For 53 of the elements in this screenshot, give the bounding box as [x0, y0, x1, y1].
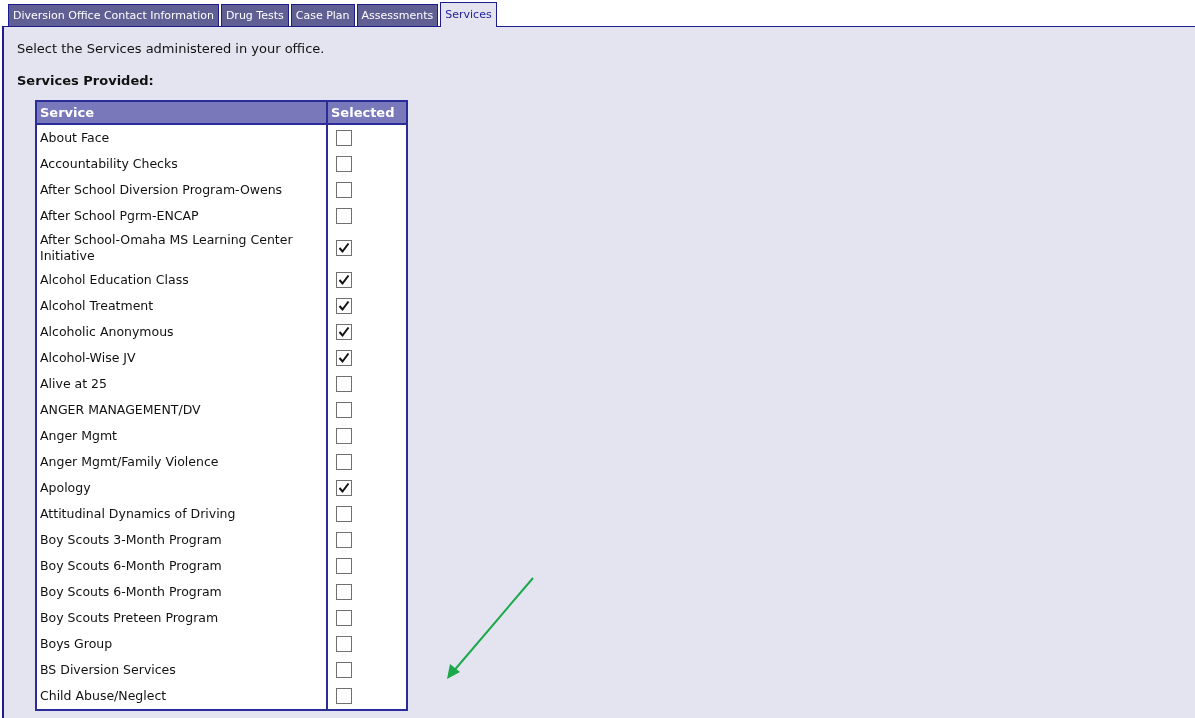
checkbox[interactable]: [336, 558, 352, 574]
checkbox[interactable]: [336, 182, 352, 198]
service-name: Alcoholic Anonymous: [36, 319, 327, 345]
checkbox[interactable]: [336, 480, 352, 496]
service-name: After School Diversion Program-Owens: [36, 177, 327, 203]
service-name: Anger Mgmt: [36, 423, 327, 449]
checkbox[interactable]: [336, 662, 352, 678]
section-title: Services Provided:: [17, 73, 155, 88]
checkbox[interactable]: [336, 402, 352, 418]
service-name: After School Pgrm-ENCAP: [36, 203, 327, 229]
checkbox[interactable]: [336, 208, 352, 224]
checkbox[interactable]: [336, 532, 352, 548]
checkbox[interactable]: [336, 376, 352, 392]
checkbox[interactable]: [336, 688, 352, 704]
service-name: Apology: [36, 475, 327, 501]
checkbox[interactable]: [336, 584, 352, 600]
tab[interactable]: Services: [440, 2, 497, 27]
column-header: Selected: [327, 101, 407, 124]
tab[interactable]: Case Plan: [290, 4, 355, 26]
service-name: Attitudinal Dynamics of Driving: [36, 501, 327, 527]
service-name: Child Abuse/Neglect: [36, 683, 327, 710]
service-name: ANGER MANAGEMENT/DV: [36, 397, 327, 423]
checkbox[interactable]: [336, 610, 352, 626]
service-name: Boys Group: [36, 631, 327, 657]
checkbox[interactable]: [336, 130, 352, 146]
service-name: Accountability Checks: [36, 151, 327, 177]
tab[interactable]: Assessments: [356, 4, 439, 26]
service-name: After School-Omaha MS Learning Center Initiative: [36, 229, 327, 267]
service-name: Boy Scouts 6-Month Program: [36, 553, 327, 579]
service-name: About Face: [36, 124, 327, 151]
service-name: Boy Scouts 6-Month Program: [36, 579, 327, 605]
service-name: Alive at 25: [36, 371, 327, 397]
checkbox[interactable]: [336, 428, 352, 444]
checkbox[interactable]: [336, 636, 352, 652]
checkbox[interactable]: [336, 272, 352, 288]
service-name: BS Diversion Services: [36, 657, 327, 683]
checkbox[interactable]: [336, 156, 352, 172]
tab[interactable]: Diversion Office Contact Information: [8, 4, 219, 26]
intro-text: Select the Services administered in your office.: [17, 41, 326, 56]
service-name: Boy Scouts 3-Month Program: [36, 527, 327, 553]
checkbox[interactable]: [336, 454, 352, 470]
checkbox[interactable]: [336, 506, 352, 522]
service-name: Alcohol-Wise JV: [36, 345, 327, 371]
checkbox[interactable]: [336, 350, 352, 366]
tab[interactable]: Drug Tests: [220, 4, 289, 26]
service-name: Boy Scouts Preteen Program: [36, 605, 327, 631]
checkbox[interactable]: [336, 324, 352, 340]
checkbox[interactable]: [336, 298, 352, 314]
checkbox[interactable]: [336, 240, 352, 256]
service-name: Alcohol Education Class: [36, 267, 327, 293]
service-name: Alcohol Treatment: [36, 293, 327, 319]
column-header: Service: [36, 101, 327, 124]
service-name: Anger Mgmt/Family Violence: [36, 449, 327, 475]
